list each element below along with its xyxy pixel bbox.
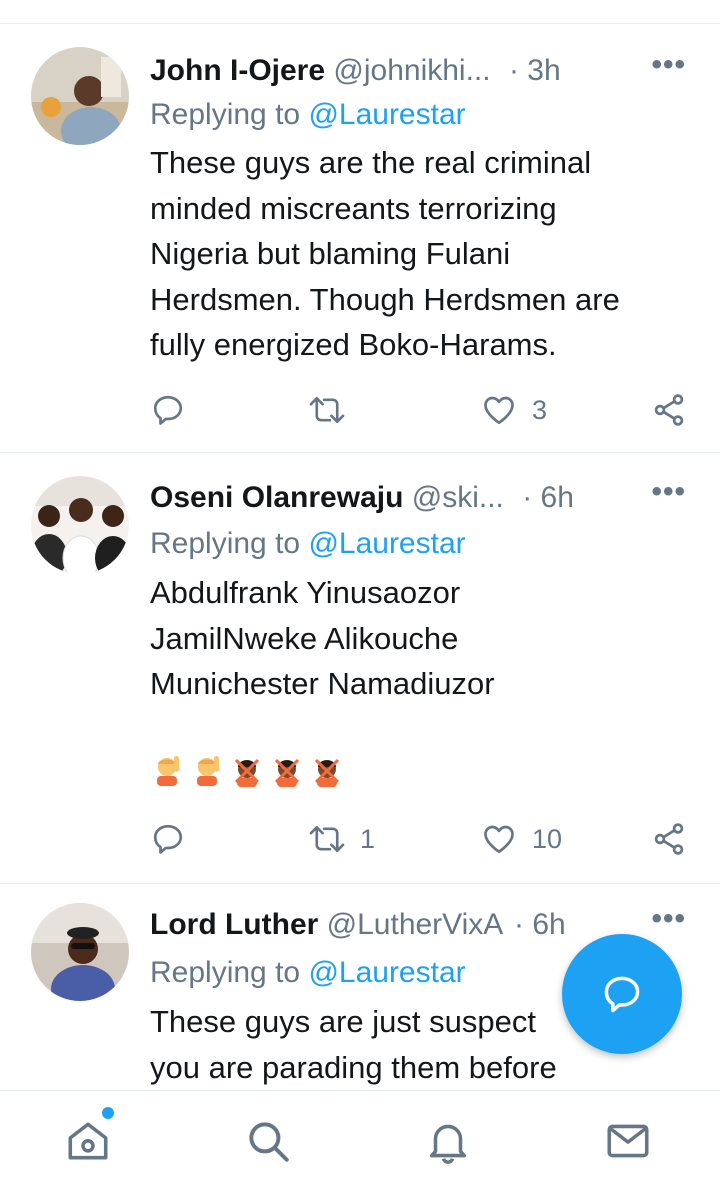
replying-to-label: Replying to (150, 527, 301, 560)
tweet-time: · 6h (514, 908, 566, 941)
retweet-icon (309, 825, 345, 853)
person-gesturing-no-emoji (234, 758, 260, 787)
top-divider (0, 0, 720, 24)
share-icon (654, 823, 684, 855)
compose-reply-icon (604, 976, 640, 1013)
tweet-actions: 1 10 (150, 819, 700, 859)
mention-link[interactable]: @Laurestar (308, 98, 465, 131)
more-options-icon[interactable]: ••• (651, 904, 686, 934)
author-name[interactable]: Oseni Olanrewaju (150, 481, 403, 514)
retweet-icon (309, 396, 345, 424)
heart-icon (484, 825, 514, 854)
mention-link[interactable]: @Laurestar (308, 527, 465, 560)
tweet-text-line: These guys are the real criminal (150, 145, 592, 180)
tweet-header: John I-Ojere @johnikhi... · 3h ••• (150, 50, 698, 91)
replying-to-label: Replying to (150, 98, 301, 131)
author-handle[interactable]: @ski... (412, 481, 504, 514)
tweet-time: · 3h (508, 54, 561, 87)
tweet-time: · 6h (522, 481, 574, 514)
person-raising-hand-emoji (197, 756, 219, 786)
unread-dot (102, 1107, 114, 1119)
search-icon (249, 1122, 289, 1162)
tweet-text: Abdulfrank Yinusaozor JamilNweke Alikouc… (150, 570, 690, 707)
tweet-text: These guys are the real criminal minded … (150, 140, 690, 368)
author-handle[interactable]: @LutherVixA (327, 908, 502, 941)
tweet-text-line: minded miscreants terrorizing (150, 190, 557, 226)
tweet-item[interactable]: Oseni Olanrewaju @ski... · 6h ••• Replyi… (0, 454, 720, 884)
nav-search[interactable] (238, 1111, 298, 1171)
author-name[interactable]: John I-Ojere (150, 54, 325, 87)
tweet-actions: 3 (150, 390, 700, 430)
more-options-icon[interactable]: ••• (651, 50, 686, 80)
heart-icon (484, 396, 514, 425)
share-button[interactable] (650, 390, 688, 430)
person-raising-hand-emoji (157, 756, 179, 786)
like-count: 3 (532, 394, 548, 425)
retweet-button[interactable] (308, 390, 360, 430)
retweet-button[interactable]: 1 (308, 819, 375, 859)
home-icon (68, 1122, 108, 1160)
more-options-icon[interactable]: ••• (651, 477, 686, 507)
tweet-text-line: Abdulfrank Yinusaozor (150, 575, 461, 610)
tweet-text-line: Munichester Namadiuzor (150, 666, 495, 701)
reply-icon (153, 395, 183, 425)
like-button[interactable]: 10 (480, 819, 562, 859)
mail-icon (607, 1124, 649, 1158)
emoji-row (150, 754, 344, 794)
compose-reply-button[interactable] (562, 934, 682, 1054)
author-handle[interactable]: @johnikhi... (333, 54, 490, 87)
bell-icon (429, 1124, 467, 1164)
replying-to: Replying to @Laurestar (150, 95, 466, 135)
avatar[interactable] (31, 903, 129, 1001)
retweet-count: 1 (360, 823, 376, 854)
person-gesturing-no-emoji (314, 758, 340, 787)
share-button[interactable] (650, 819, 688, 859)
reply-icon (153, 824, 183, 854)
nav-notifications[interactable] (418, 1111, 478, 1171)
tweet-item[interactable]: John I-Ojere @johnikhi... · 3h ••• Reply… (0, 25, 720, 453)
bottom-nav-bar (0, 1090, 720, 1190)
tweet-text-line: JamilNweke Alikouche (150, 620, 459, 656)
share-icon (654, 394, 684, 426)
author-name[interactable]: Lord Luther (150, 908, 318, 941)
like-count: 10 (532, 823, 563, 854)
nav-home[interactable] (58, 1107, 118, 1171)
reply-button[interactable] (150, 390, 200, 430)
avatar[interactable] (31, 47, 129, 145)
person-gesturing-no-emoji (274, 758, 300, 787)
mention-link[interactable]: @Laurestar (308, 956, 465, 989)
reply-button[interactable] (150, 819, 200, 859)
avatar[interactable] (31, 476, 129, 574)
replying-to: Replying to @Laurestar (150, 953, 466, 993)
nav-messages[interactable] (598, 1111, 658, 1171)
tweet-header: Oseni Olanrewaju @ski... · 6h ••• (150, 477, 698, 518)
tweet-text-line: fully energized Boko-Harams. (150, 327, 557, 362)
tweet-text-line: Herdsmen. Though Herdsmen are (150, 281, 620, 317)
replying-to-label: Replying to (150, 956, 301, 989)
replying-to: Replying to @Laurestar (150, 524, 466, 564)
like-button[interactable]: 3 (480, 390, 547, 430)
tweet-text-line: Nigeria but blaming Fulani (150, 236, 511, 271)
